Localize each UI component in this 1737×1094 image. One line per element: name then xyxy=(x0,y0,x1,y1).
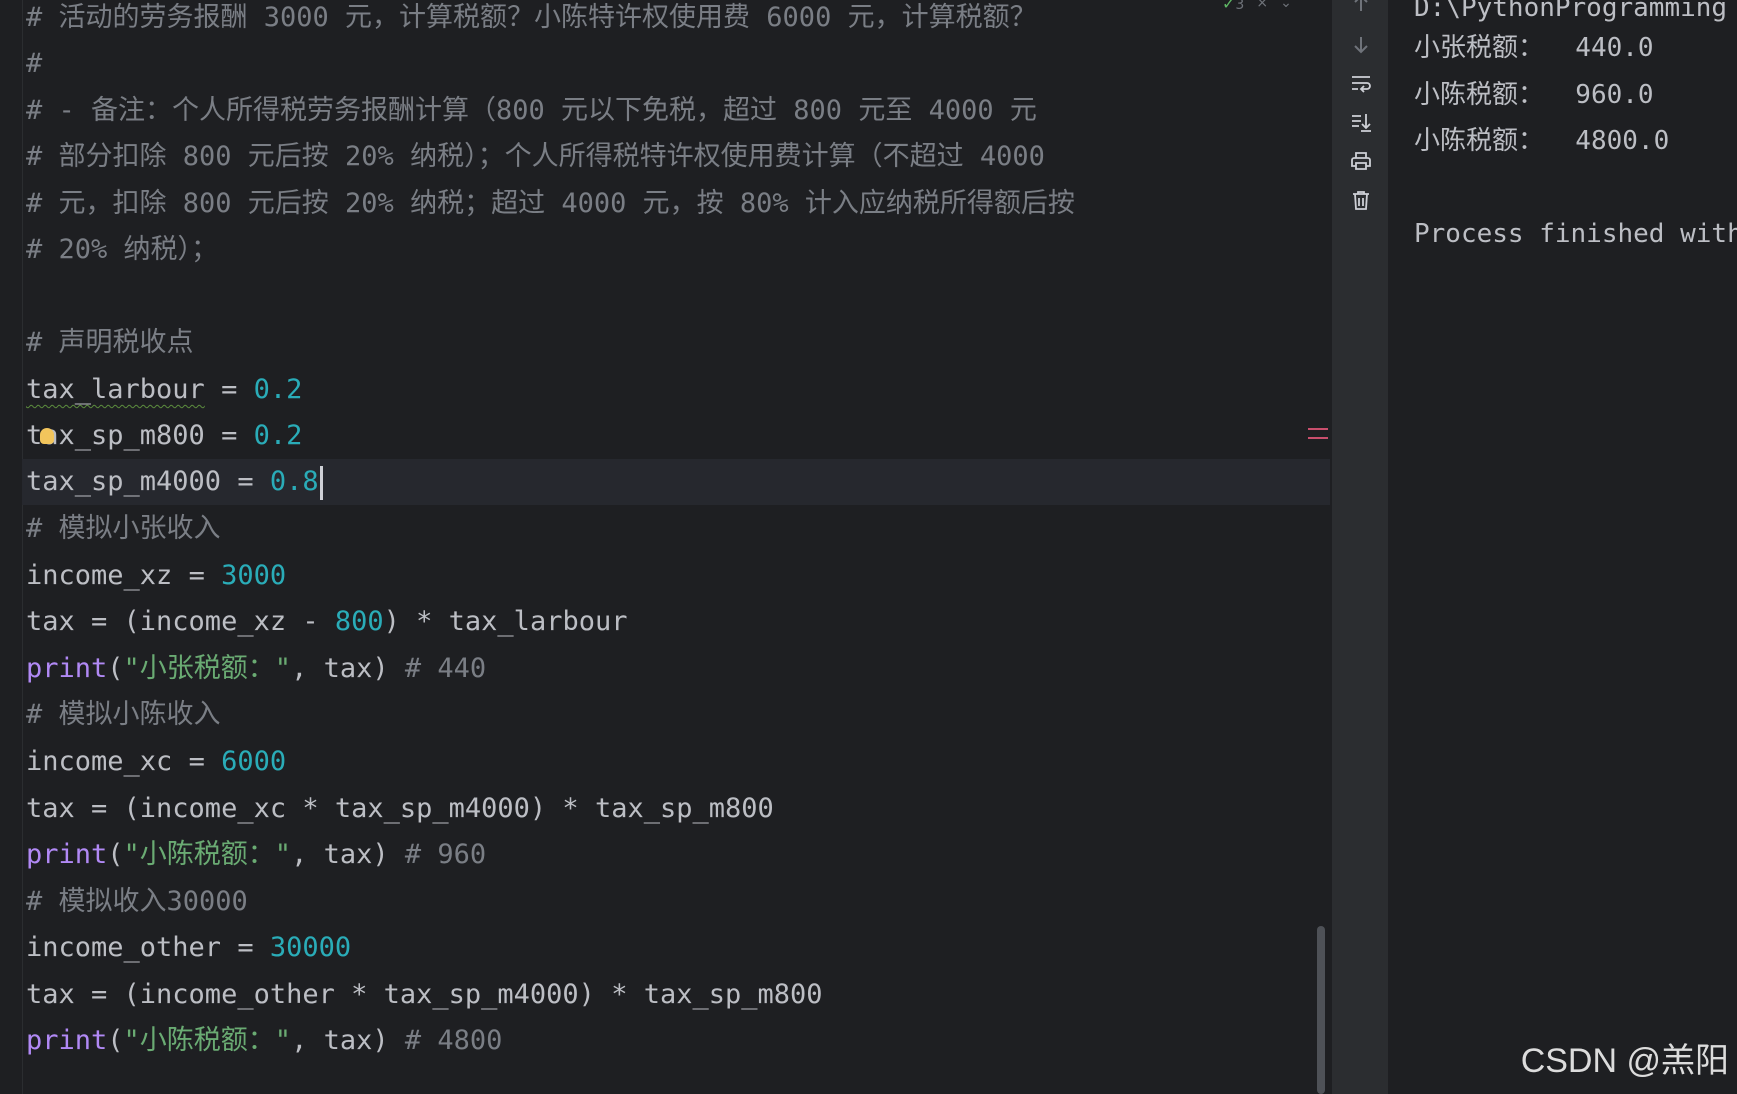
console-process-line: Process finished with xyxy=(1414,219,1737,249)
code-line-comment-xc: # 模拟小陈收入 xyxy=(26,699,221,730)
run-toolstrip xyxy=(1331,0,1389,1094)
code-line-tax-sp-m800: tax_sp_m800 = 0.2 xyxy=(26,413,302,459)
code-line-comment-xz: # 模拟小张收入 xyxy=(26,513,221,544)
identifier-income-other: income_other xyxy=(26,932,222,963)
code-line-print-other: print("小陈税额：", tax) # 4800 xyxy=(26,1018,502,1064)
number-literal: 3000 xyxy=(221,560,287,591)
builtin-print: print xyxy=(26,653,108,684)
console-output-xz: 小张税额： 440.0 xyxy=(1414,33,1654,63)
string-literal: "小陈税额：" xyxy=(123,1025,292,1056)
number-literal: 800 xyxy=(334,606,384,637)
ide-window: ✓3 × ⌄ # 活动的劳务报酬 3000 元，计算税额？小陈特许权使用费 60… xyxy=(0,0,1737,1094)
run-console[interactable]: D:\PythonProgramming 小张税额： 440.0 小陈税额： 9… xyxy=(1388,0,1737,1094)
assign-op: = xyxy=(221,466,270,497)
expr-suffix: ) * tax_larbour xyxy=(383,606,628,637)
code-line-tax-xz: tax = (income_xz - 800) * tax_larbour xyxy=(26,599,627,645)
assign-op: = xyxy=(204,420,254,451)
paren-open: ( xyxy=(107,839,124,870)
paren-open: ( xyxy=(107,653,124,684)
trash-icon[interactable] xyxy=(1332,185,1389,215)
console-output-xc: 小陈税额： 960.0 xyxy=(1414,80,1654,110)
chevron-down-icon[interactable]: ⌄ xyxy=(1280,0,1292,11)
code-line-3: # - 备注：个人所得税劳务报酬计算（800 元以下免税，超过 800 元至 4… xyxy=(26,95,1037,126)
number-literal: 0.2 xyxy=(253,420,303,451)
code-line-tax-larbour: tax_larbour = 0.2 xyxy=(26,367,302,413)
console-output-other: 小陈税额： 4800.0 xyxy=(1414,126,1670,156)
identifier-income-xc: income_xc xyxy=(26,746,173,777)
code-line-tax-sp-m4000: tax_sp_m4000 = 0.8 xyxy=(26,459,323,505)
assign-op: = xyxy=(172,746,222,777)
inspection-indicators[interactable]: ✓3 × ⌄ xyxy=(1222,0,1292,13)
inline-comment: # 4800 xyxy=(404,1025,503,1056)
inline-comment: # 960 xyxy=(404,839,487,870)
code-line-comment-other: # 模拟收入30000 xyxy=(26,886,248,917)
builtin-print: print xyxy=(26,839,108,870)
print-args: , tax) xyxy=(291,1025,405,1056)
number-literal: 30000 xyxy=(269,932,352,963)
string-literal: "小张税额：" xyxy=(123,653,292,684)
code-line-4: # 部分扣除 800 元后按 20% 纳税）；个人所得税特许权使用费计算（不超过… xyxy=(26,141,1045,172)
csdn-watermark: CSDN @羔阳 xyxy=(1520,1042,1729,1080)
print-icon[interactable] xyxy=(1332,146,1389,176)
code-line-declare-comment: # 声明税收点 xyxy=(26,327,194,358)
assign-op: = xyxy=(172,560,222,591)
code-line-income-xz: income_xz = 3000 xyxy=(26,553,286,599)
editor-scrollbar[interactable] xyxy=(1317,926,1325,1094)
code-line-6: # 20% 纳税）； xyxy=(26,234,219,265)
scroll-to-end-icon[interactable] xyxy=(1332,107,1389,137)
text-caret xyxy=(319,465,323,500)
assign-op: = xyxy=(221,932,270,963)
assign-op: = xyxy=(204,374,254,405)
lightbulb-icon[interactable] xyxy=(40,428,54,444)
code-line-income-xc: income_xc = 6000 xyxy=(26,739,286,785)
paren-open: ( xyxy=(107,1025,124,1056)
number-literal: 0.2 xyxy=(253,374,303,405)
print-args: , tax) xyxy=(291,839,405,870)
code-line-tax-other: tax = (income_other * tax_sp_m4000) * ta… xyxy=(26,979,823,1010)
string-literal: "小陈税额：" xyxy=(123,839,292,870)
error-stripe-marker[interactable] xyxy=(1308,428,1328,446)
identifier-tax-larbour: tax_larbour xyxy=(26,374,205,405)
identifier-tax-sp-m4000: tax_sp_m4000 xyxy=(26,466,222,497)
warnings-count: 3 xyxy=(1235,0,1245,13)
expr-prefix: tax = (income_xz - xyxy=(26,606,335,637)
builtin-print: print xyxy=(26,1025,108,1056)
warnings-widget[interactable]: ✓3 xyxy=(1222,0,1244,13)
number-literal: 6000 xyxy=(221,746,287,777)
inline-comment: # 440 xyxy=(404,653,487,684)
code-line-1: # 活动的劳务报酬 3000 元，计算税额？小陈特许权使用费 6000 元，计算… xyxy=(26,2,1037,33)
code-line-print-xz: print("小张税额：", tax) # 440 xyxy=(26,646,486,692)
code-line-income-other: income_other = 30000 xyxy=(26,925,351,971)
print-args: , tax) xyxy=(291,653,405,684)
editor-gutter[interactable] xyxy=(0,0,23,1094)
close-icon[interactable]: × xyxy=(1256,0,1268,11)
soft-wrap-icon[interactable] xyxy=(1332,68,1389,98)
arrow-up-icon[interactable] xyxy=(1332,0,1389,18)
code-line-5: # 元，扣除 800 元后按 20% 纳税；超过 4000 元，按 80% 计入… xyxy=(26,188,1075,219)
number-literal: 0.8 xyxy=(269,466,319,497)
code-line-tax-xc: tax = (income_xc * tax_sp_m4000) * tax_s… xyxy=(26,793,774,824)
code-line-print-xc: print("小陈税额：", tax) # 960 xyxy=(26,832,486,878)
check-icon: ✓ xyxy=(1222,0,1236,13)
code-line-2: # xyxy=(26,48,43,79)
code-editor[interactable]: ✓3 × ⌄ # 活动的劳务报酬 3000 元，计算税额？小陈特许权使用费 60… xyxy=(0,0,1331,1094)
identifier-income-xz: income_xz xyxy=(26,560,173,591)
arrow-down-icon[interactable] xyxy=(1332,30,1389,60)
